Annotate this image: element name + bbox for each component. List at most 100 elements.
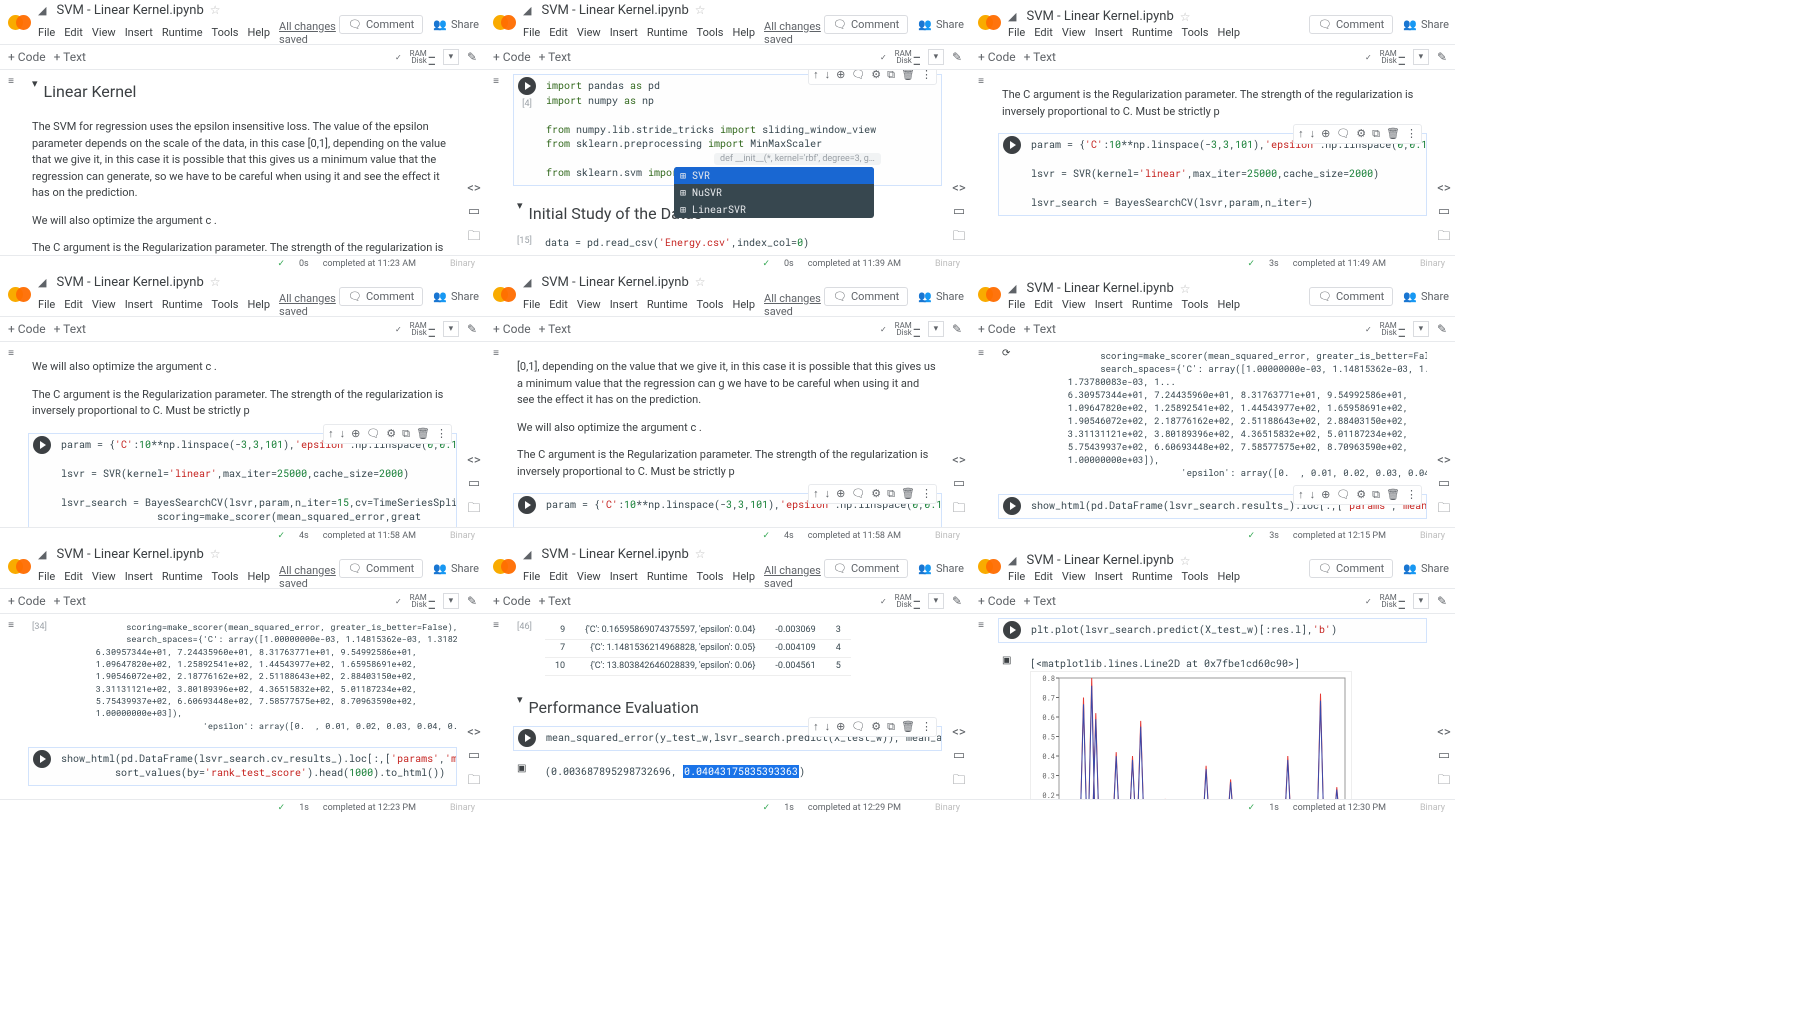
toc-icon[interactable]: ≡: [978, 620, 984, 631]
menu-item[interactable]: Tools: [1182, 298, 1209, 311]
output-indicator-icon[interactable]: ▣: [32, 798, 41, 799]
comment-button[interactable]: 🗨Comment: [339, 559, 423, 578]
delete-cell-icon[interactable]: 🗑: [901, 720, 915, 734]
move-up-icon[interactable]: ↑: [813, 720, 819, 734]
share-button[interactable]: 👥Share: [1403, 18, 1449, 31]
add-code-button[interactable]: + Code: [493, 594, 531, 608]
collapse-arrow-icon[interactable]: ▾: [517, 198, 523, 230]
menu-item[interactable]: Edit: [549, 298, 568, 311]
link-icon[interactable]: ⊕: [836, 487, 845, 501]
code-cell[interactable]: ↑↓⊕🗨⚙⧉🗑⋮ show_html(pd.DataFrame(lsvr_sea…: [998, 494, 1427, 519]
files-icon[interactable]: 🗀: [952, 227, 965, 249]
ram-disk-indicator[interactable]: RAM ▁Disk ▁: [410, 594, 435, 608]
code-snippets-icon[interactable]: <>: [1437, 181, 1450, 196]
ram-disk-indicator[interactable]: RAM ▁Disk ▁: [410, 50, 435, 64]
more-icon[interactable]: ⋮: [436, 427, 447, 441]
connect-status[interactable]: ✓: [395, 597, 402, 606]
code-cell[interactable]: ↑↓⊕🗨⚙⧉🗑⋮ mean_squared_error(y_test_w,lsv…: [513, 726, 942, 751]
menu-item[interactable]: Help: [247, 570, 270, 583]
delete-cell-icon[interactable]: 🗑: [416, 427, 430, 441]
add-text-button[interactable]: + Text: [1024, 50, 1056, 64]
menu-item[interactable]: Edit: [1034, 26, 1053, 39]
menu-item[interactable]: Runtime: [162, 26, 203, 39]
comment-button[interactable]: 🗨Comment: [1309, 559, 1393, 578]
add-code-button[interactable]: + Code: [978, 50, 1016, 64]
more-icon[interactable]: ⋮: [1406, 127, 1417, 141]
toc-icon[interactable]: ≡: [8, 348, 14, 359]
connect-status[interactable]: ✓: [880, 325, 887, 334]
edit-mode-icon[interactable]: ✎: [467, 50, 477, 64]
menu-item[interactable]: Runtime: [647, 26, 688, 39]
connect-status[interactable]: ✓: [880, 53, 887, 62]
edit-mode-icon[interactable]: ✎: [1437, 50, 1447, 64]
menu-item[interactable]: Edit: [1034, 298, 1053, 311]
toc-icon[interactable]: ≡: [8, 76, 14, 87]
menu-item[interactable]: Runtime: [1132, 570, 1173, 583]
add-code-button[interactable]: + Code: [8, 594, 46, 608]
menu-item[interactable]: View: [92, 570, 116, 583]
menu-item[interactable]: Edit: [1034, 570, 1053, 583]
menu-item[interactable]: Edit: [549, 570, 568, 583]
code-editor[interactable]: param = {'C':10**np.linspace(-3,3,101),'…: [1027, 134, 1426, 215]
delete-cell-icon[interactable]: 🗑: [901, 70, 915, 82]
code-snippets-icon[interactable]: <>: [952, 181, 965, 196]
code-cell[interactable]: show_html(pd.DataFrame(lsvr_search.cv_re…: [28, 747, 457, 786]
settings-icon[interactable]: ⚙: [386, 427, 396, 441]
code-snippets-icon[interactable]: <>: [952, 725, 965, 740]
edit-mode-icon[interactable]: ✎: [467, 322, 477, 336]
connect-status[interactable]: ✓: [1365, 53, 1372, 62]
star-icon[interactable]: ☆: [695, 275, 706, 289]
add-code-button[interactable]: + Code: [493, 50, 531, 64]
menu-item[interactable]: File: [38, 570, 55, 583]
menu-item[interactable]: Help: [732, 26, 755, 39]
menu-item[interactable]: View: [1062, 298, 1086, 311]
move-up-icon[interactable]: ↑: [813, 487, 819, 501]
comment-button[interactable]: 🗨Comment: [824, 287, 908, 306]
code-cell[interactable]: ↑↓⊕🗨⚙⧉🗑⋮ [4] import pandas as pd import …: [513, 74, 942, 186]
more-icon[interactable]: ⋮: [921, 70, 932, 82]
cell-toolbar[interactable]: ↑↓⊕🗨⚙⧉🗑⋮: [808, 484, 937, 504]
share-button[interactable]: 👥Share: [918, 18, 964, 31]
files-icon[interactable]: 🗀: [1437, 771, 1450, 793]
notebook-title[interactable]: SVM - Linear Kernel.ipynb: [1026, 9, 1173, 24]
edit-mode-icon[interactable]: ✎: [467, 594, 477, 608]
mirror-icon[interactable]: ⧉: [887, 487, 895, 501]
cell-toolbar[interactable]: ↑↓⊕🗨⚙⧉🗑⋮: [1293, 485, 1422, 505]
terminal-icon[interactable]: ▭: [953, 748, 965, 763]
toc-icon[interactable]: ≡: [978, 348, 984, 359]
menu-item[interactable]: Help: [1217, 26, 1240, 39]
collapse-arrow-icon[interactable]: ▾: [517, 692, 523, 724]
connect-status[interactable]: ✓: [1365, 325, 1372, 334]
ram-disk-indicator[interactable]: RAM ▁Disk ▁: [1380, 322, 1405, 336]
run-cell-button[interactable]: [33, 750, 51, 768]
add-text-button[interactable]: + Text: [54, 50, 86, 64]
comment-cell-icon[interactable]: 🗨: [1336, 127, 1350, 141]
delete-cell-icon[interactable]: 🗑: [1386, 488, 1400, 502]
add-text-button[interactable]: + Text: [1024, 322, 1056, 336]
toc-icon[interactable]: ≡: [978, 76, 984, 87]
edit-mode-icon[interactable]: ✎: [1437, 322, 1447, 336]
share-button[interactable]: 👥Share: [433, 290, 479, 303]
menu-item[interactable]: File: [523, 570, 540, 583]
runtime-menu[interactable]: ▾: [443, 593, 459, 609]
menu-item[interactable]: File: [523, 26, 540, 39]
add-text-button[interactable]: + Text: [539, 50, 571, 64]
add-code-button[interactable]: + Code: [8, 322, 46, 336]
menu-item[interactable]: View: [1062, 26, 1086, 39]
files-icon[interactable]: 🗀: [467, 771, 480, 793]
runtime-menu[interactable]: ▾: [1413, 593, 1429, 609]
more-icon[interactable]: ⋮: [921, 720, 932, 734]
files-icon[interactable]: 🗀: [1437, 499, 1450, 521]
comment-button[interactable]: 🗨Comment: [339, 287, 423, 306]
menu-item[interactable]: Insert: [125, 26, 153, 39]
menu-item[interactable]: Help: [1217, 570, 1240, 583]
runtime-menu[interactable]: ▾: [1413, 321, 1429, 337]
share-button[interactable]: 👥Share: [433, 562, 479, 575]
menu-item[interactable]: Insert: [1095, 570, 1123, 583]
ram-disk-indicator[interactable]: RAM ▁Disk ▁: [410, 322, 435, 336]
edit-mode-icon[interactable]: ✎: [952, 322, 962, 336]
code-cell[interactable]: ↑↓⊕🗨⚙⧉🗑⋮ param = {'C':10**np.linspace(-3…: [998, 133, 1427, 216]
connect-status[interactable]: ✓: [1365, 597, 1372, 606]
autocomplete-popup[interactable]: ⊞SVR⊞NuSVR⊞LinearSVR: [674, 167, 874, 218]
menu-item[interactable]: Runtime: [1132, 26, 1173, 39]
